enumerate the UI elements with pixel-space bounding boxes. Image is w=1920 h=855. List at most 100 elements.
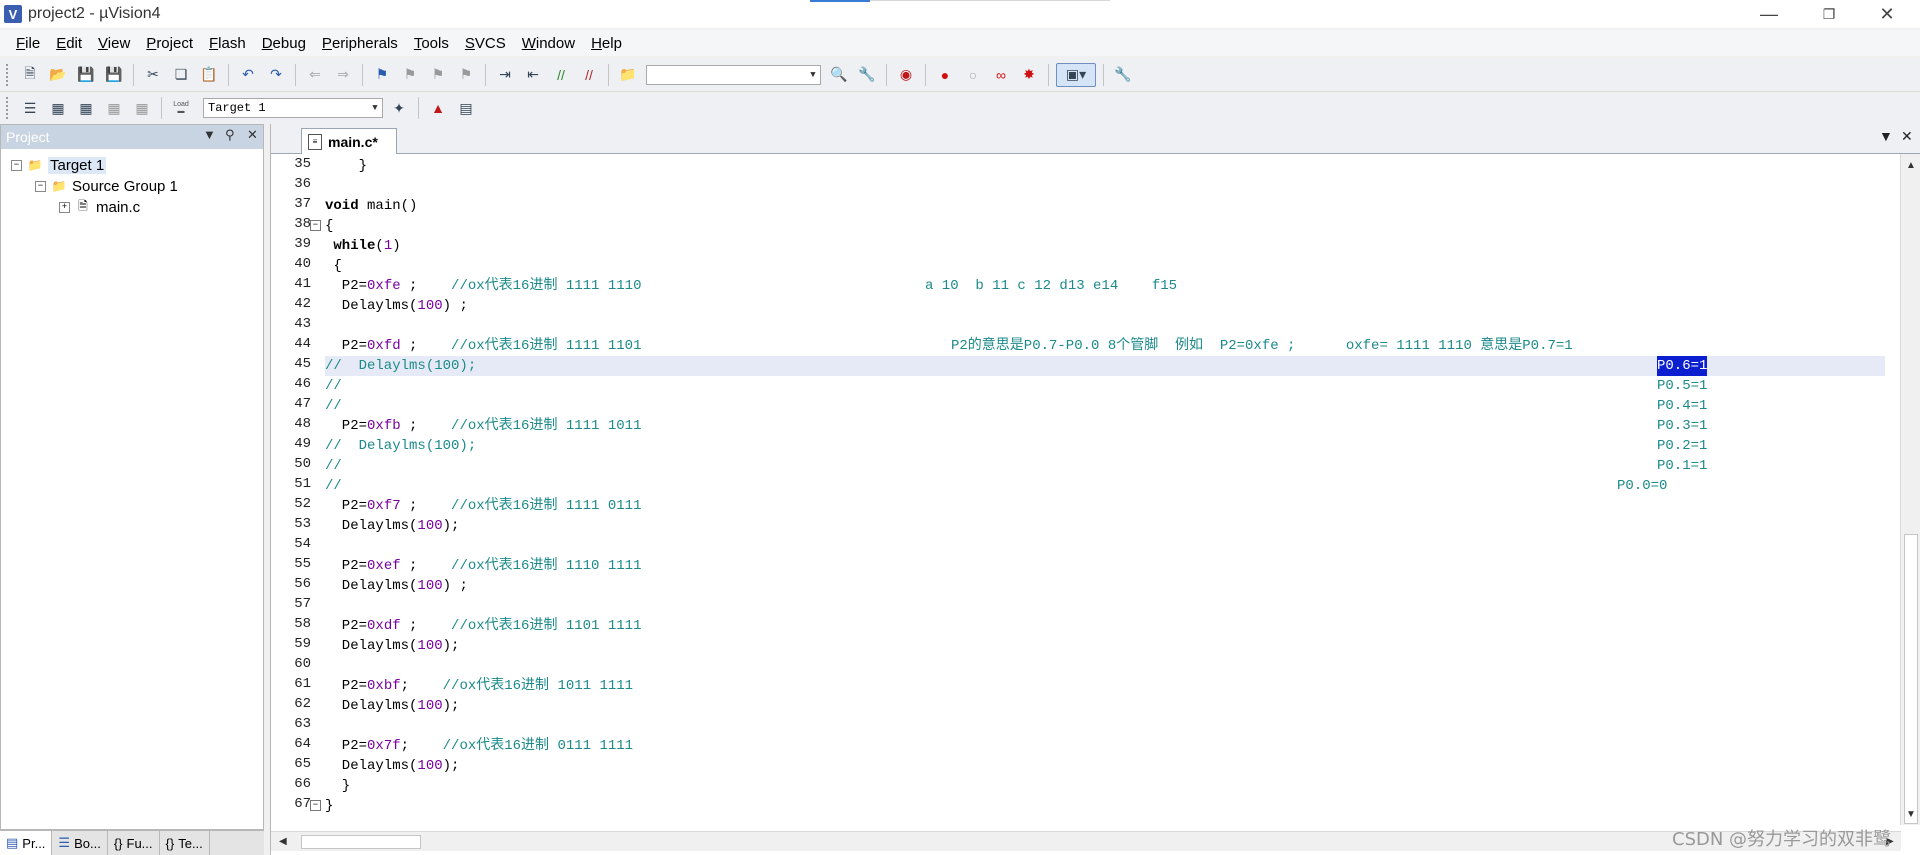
scroll-left-arrow-icon[interactable]: ◀ bbox=[279, 836, 287, 847]
redo-icon[interactable]: ↷ bbox=[264, 63, 288, 87]
code-line: } bbox=[325, 778, 351, 794]
unindent-icon[interactable]: ⇤ bbox=[521, 63, 545, 87]
comment-icon[interactable]: // bbox=[549, 63, 573, 87]
code-line: P2=0xfe ; //ox代表16进制 1111 1110 a 10 b 11 … bbox=[325, 278, 1178, 294]
target-select[interactable]: Target 1 ▼ bbox=[203, 98, 383, 118]
cut-icon[interactable]: ✂ bbox=[141, 63, 165, 87]
open-folder-icon[interactable]: 📂 bbox=[46, 63, 70, 87]
minimize-button[interactable]: — bbox=[1740, 0, 1798, 28]
undo-icon[interactable]: ↶ bbox=[236, 63, 260, 87]
find-icon[interactable]: 🔍 bbox=[827, 63, 851, 87]
copy-icon[interactable]: ❏ bbox=[169, 63, 193, 87]
batch-build-icon[interactable]: ▦ bbox=[102, 96, 126, 120]
manage-books-icon[interactable]: ▤ bbox=[454, 96, 478, 120]
vertical-scroll-thumb[interactable] bbox=[1904, 534, 1918, 824]
toolbar-grip[interactable] bbox=[6, 63, 10, 86]
find-in-files-icon[interactable]: 📁 bbox=[616, 63, 640, 87]
fold-toggle[interactable]: − bbox=[310, 220, 321, 231]
nav-forward-icon[interactable]: ⇒ bbox=[331, 63, 355, 87]
menu-file[interactable]: File bbox=[8, 35, 48, 52]
line-number: 46 bbox=[294, 376, 311, 392]
prev-bookmark-icon[interactable]: ⚑ bbox=[398, 63, 422, 87]
project-pane: Project ▼ ⚲ ✕ − 📁 Target 1 − 📁 Source Gr… bbox=[0, 124, 264, 830]
next-bookmark-icon[interactable]: ⚑ bbox=[426, 63, 450, 87]
menu-flash[interactable]: Flash bbox=[201, 35, 254, 52]
window-layout-icon[interactable]: ▣▾ bbox=[1056, 62, 1096, 87]
incremental-find-icon[interactable]: 🔧 bbox=[855, 63, 879, 87]
pane-menu-icon[interactable]: ▼ bbox=[203, 127, 216, 142]
menu-window[interactable]: Window bbox=[514, 35, 583, 52]
code-line: P2=0xfb ; //ox代表16进制 1111 1011 P0.3=1 bbox=[325, 418, 1708, 434]
tab-close-icon[interactable]: ✕ bbox=[1901, 128, 1913, 145]
tab-project[interactable]: ▤ Pr... bbox=[0, 831, 53, 855]
pin-icon[interactable]: ⚲ bbox=[225, 127, 235, 143]
line-number: 43 bbox=[294, 316, 311, 332]
find-combo[interactable]: ▼ bbox=[646, 64, 821, 85]
pane-close-icon[interactable]: ✕ bbox=[247, 127, 258, 143]
uncomment-icon[interactable]: // bbox=[577, 63, 601, 87]
line-number: 58 bbox=[294, 616, 311, 632]
find-combo-arrow[interactable]: ▼ bbox=[806, 66, 820, 84]
save-icon[interactable]: 💾 bbox=[74, 63, 98, 87]
vertical-scrollbar[interactable]: ▲ ▼ bbox=[1900, 154, 1920, 825]
line-number: 40 bbox=[294, 256, 311, 272]
rebuild-icon[interactable]: ▦ bbox=[74, 96, 98, 120]
restore-button[interactable]: ❐ bbox=[1800, 0, 1858, 28]
paste-icon[interactable]: 📋 bbox=[197, 63, 221, 87]
tab-books[interactable]: ☰ Bo... bbox=[52, 831, 108, 855]
target-select-arrow[interactable]: ▼ bbox=[368, 99, 382, 117]
manage-components-icon[interactable]: ▲ bbox=[426, 96, 450, 120]
menu-svcs[interactable]: SVCS bbox=[457, 35, 514, 52]
toolbar-grip[interactable] bbox=[6, 97, 10, 119]
menu-tools[interactable]: Tools bbox=[406, 35, 457, 52]
kill-breakpoints-icon[interactable]: ✸ bbox=[1017, 63, 1041, 87]
new-file-icon[interactable]: 🗎 bbox=[18, 63, 42, 87]
menu-project[interactable]: Project bbox=[138, 35, 201, 52]
target-options-icon[interactable]: ✦ bbox=[387, 96, 411, 120]
disable-breakpoints-icon[interactable]: ∞ bbox=[989, 63, 1013, 87]
menu-peripherals[interactable]: Peripherals bbox=[314, 35, 406, 52]
tree-item-source-group[interactable]: − 📁 Source Group 1 bbox=[35, 175, 178, 197]
tree-item-target[interactable]: − 📁 Target 1 bbox=[11, 154, 107, 176]
horizontal-scrollbar[interactable]: ◀ ▶ bbox=[271, 831, 1901, 851]
clear-bookmarks-icon[interactable]: ⚑ bbox=[454, 63, 478, 87]
code-area[interactable]: } void main() { while(1) { P2=0xfe ; //ox代… bbox=[325, 154, 1885, 825]
close-button[interactable]: ✕ bbox=[1858, 0, 1916, 28]
tab-list-icon[interactable]: ▼ bbox=[1879, 128, 1893, 144]
horizontal-scroll-thumb[interactable] bbox=[301, 835, 421, 849]
stop-build-icon[interactable]: ▦ bbox=[130, 96, 154, 120]
code-line: //P0.0=0 bbox=[325, 478, 1668, 494]
code-line: Delaylms(100); bbox=[325, 518, 460, 534]
tree-expand-toggle[interactable]: + bbox=[59, 201, 70, 213]
configure-icon[interactable]: 🔧 bbox=[1111, 63, 1135, 87]
menu-help[interactable]: Help bbox=[583, 35, 630, 52]
bookmark-icon[interactable]: ⚑ bbox=[370, 63, 394, 87]
build-icon[interactable]: ▦ bbox=[46, 96, 70, 120]
code-annotation: P0.2=1 bbox=[1657, 438, 1708, 454]
fold-toggle[interactable]: − bbox=[310, 800, 321, 811]
insert-breakpoint-icon[interactable]: ● bbox=[933, 63, 957, 87]
scroll-up-arrow-icon[interactable]: ▲ bbox=[1906, 160, 1916, 171]
line-number: 42 bbox=[294, 296, 311, 312]
menu-view[interactable]: View bbox=[90, 35, 138, 52]
debug-session-icon[interactable]: ◉ bbox=[894, 63, 918, 87]
toolbar-separator bbox=[228, 63, 229, 86]
indent-icon[interactable]: ⇥ bbox=[493, 63, 517, 87]
save-all-icon[interactable]: 💾 bbox=[102, 63, 126, 87]
templates-tab-icon: {} bbox=[165, 835, 175, 851]
editor-tab-main-c[interactable]: ≡ main.c* bbox=[301, 128, 397, 154]
tab-templates[interactable]: {} Te... bbox=[160, 831, 210, 855]
scroll-down-arrow-icon[interactable]: ▼ bbox=[1906, 809, 1916, 820]
enable-breakpoint-icon[interactable]: ○ bbox=[961, 63, 985, 87]
translate-icon[interactable]: ☰ bbox=[18, 96, 42, 120]
tab-functions[interactable]: {} Fu... bbox=[108, 831, 160, 855]
toolbar-separator bbox=[362, 63, 363, 86]
nav-back-icon[interactable]: ⇐ bbox=[303, 63, 327, 87]
tree-collapse-toggle[interactable]: − bbox=[35, 180, 46, 192]
load-button[interactable]: Load ▬ bbox=[169, 96, 193, 120]
tree-collapse-toggle[interactable]: − bbox=[11, 159, 22, 171]
menu-debug[interactable]: Debug bbox=[254, 35, 314, 52]
menu-edit[interactable]: Edit bbox=[48, 35, 90, 52]
tree-item-main-c[interactable]: + 🗎 main.c bbox=[59, 196, 140, 218]
